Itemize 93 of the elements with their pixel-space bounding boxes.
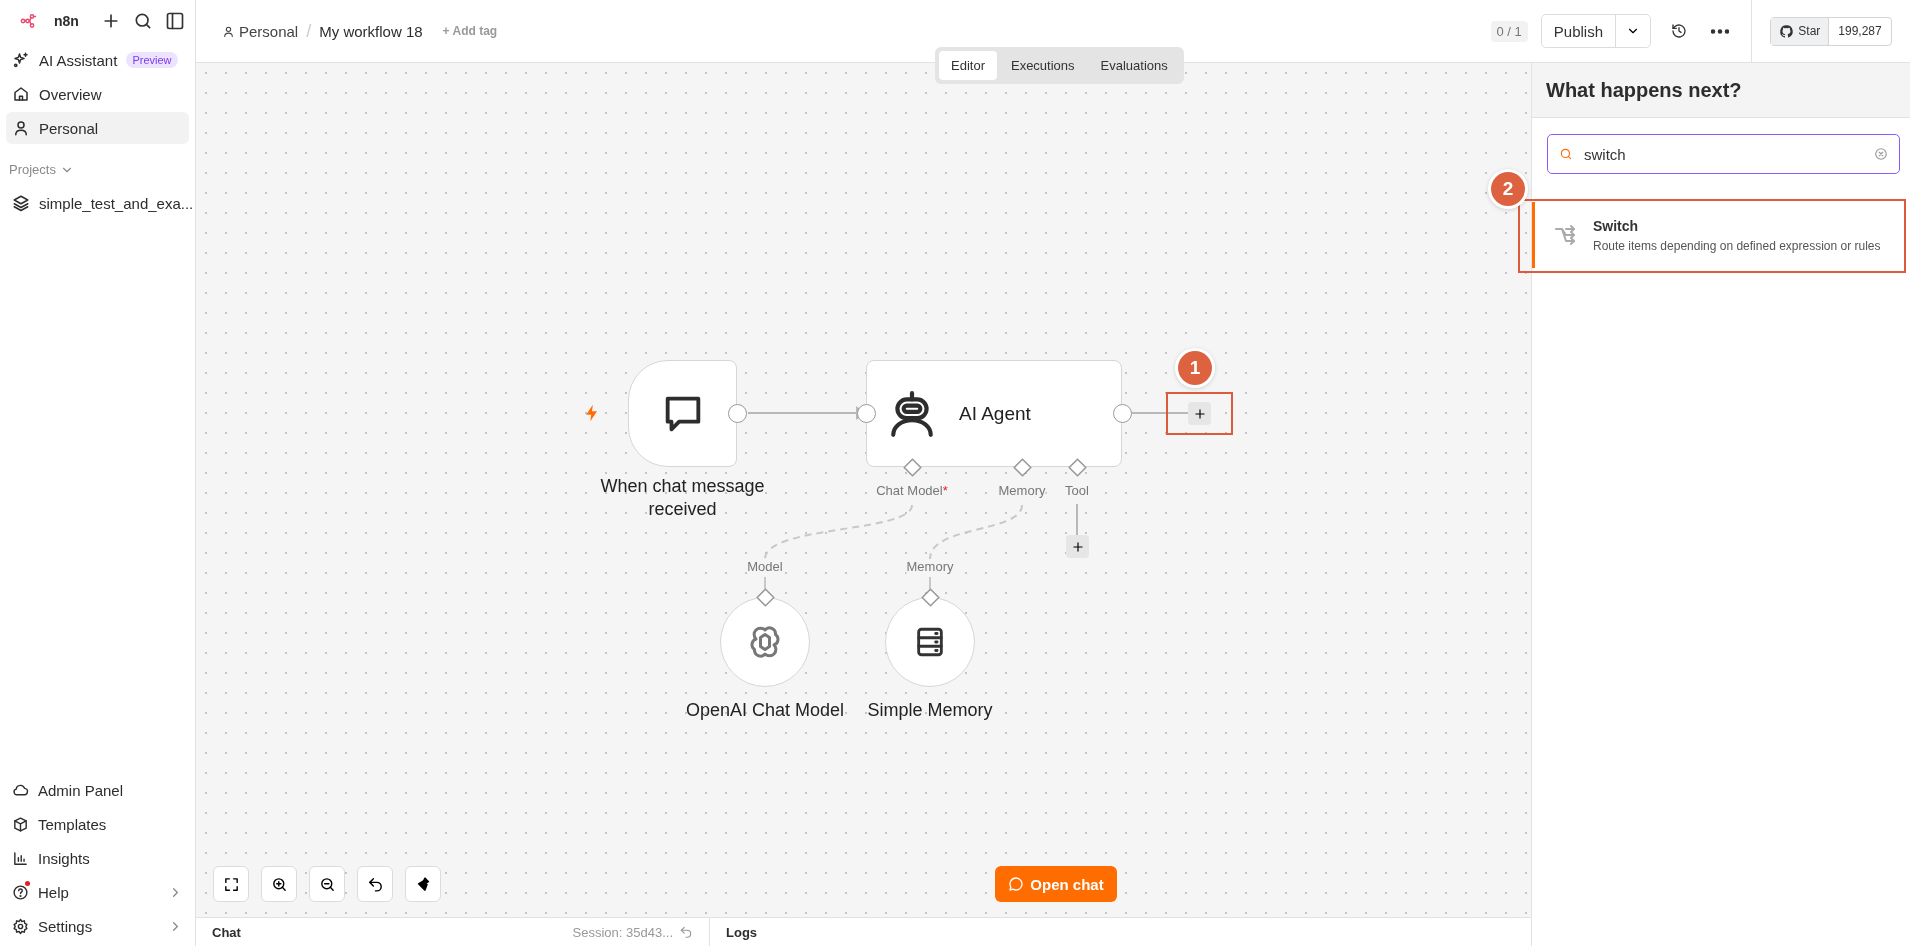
search-icon <box>133 11 153 31</box>
node-result[interactable]: Switch Route items depending on defined expression or rules <box>1532 202 1910 268</box>
add-node-button[interactable] <box>1066 535 1089 558</box>
plus-icon <box>1192 406 1207 421</box>
breadcrumb-separator: / <box>306 20 312 42</box>
plus-icon <box>1070 539 1085 554</box>
sidebar-item-label: Help <box>38 883 70 901</box>
chat-tab[interactable]: Chat <box>212 924 567 940</box>
person-icon <box>222 24 235 38</box>
search-icon <box>1559 147 1573 161</box>
port-handle[interactable] <box>755 587 775 607</box>
sidebar-item-label: Personal <box>39 119 99 137</box>
home-icon <box>12 85 30 103</box>
sidebar-item[interactable]: Settings <box>6 910 189 942</box>
sidebar-item-label: Overview <box>39 85 102 103</box>
sidebar-item[interactable]: Insights <box>6 842 189 874</box>
sidebar-item[interactable]: Admin Panel <box>6 774 189 806</box>
chat-bubble-icon <box>1008 876 1025 892</box>
logs-tab[interactable]: Logs <box>726 924 758 940</box>
step-badge: 2 <box>1491 172 1525 206</box>
node-card[interactable] <box>628 360 737 467</box>
port-handle[interactable] <box>920 587 940 607</box>
sidebar-item[interactable]: AI Assistant Preview <box>6 44 189 76</box>
zoom-out-icon <box>318 875 336 893</box>
step-badge: 1 <box>1178 351 1212 385</box>
version-counter: 0 / 1 <box>1490 20 1528 42</box>
person-icon <box>12 119 30 137</box>
github-star-button[interactable]: Star <box>1771 17 1830 45</box>
tidy-up-button[interactable] <box>405 866 441 902</box>
expand-icon <box>222 875 240 893</box>
github-star-widget[interactable]: Star 199,287 <box>1770 16 1892 46</box>
port-label: Chat Model* <box>876 483 948 498</box>
sidebar-toggle-icon <box>165 11 185 31</box>
callout-highlight <box>1166 392 1233 435</box>
port-label: Memory <box>906 559 954 574</box>
help-icon <box>12 883 29 901</box>
node-card[interactable]: AI Agent <box>866 360 1122 467</box>
undo-button[interactable] <box>357 866 393 902</box>
view-tab[interactable]: Evaluations <box>1088 51 1180 80</box>
project-label: simple_test_and_exa... <box>39 194 194 212</box>
zoom-in-icon <box>270 875 288 893</box>
view-tab[interactable]: Executions <box>998 51 1087 80</box>
bar-chart-icon <box>12 849 29 867</box>
node-result-name: Switch <box>1593 217 1640 234</box>
port-label: Model <box>747 559 783 574</box>
zoom-out-button[interactable] <box>309 866 345 902</box>
node-result-description: Route items depending on defined expression or rules <box>1593 238 1881 253</box>
clear-icon[interactable] <box>1874 147 1888 161</box>
sidebar-item-label: Admin Panel <box>38 781 125 799</box>
connection-line <box>1076 503 1078 536</box>
node-name: When chat message received <box>599 475 766 522</box>
more-icon <box>1711 28 1729 34</box>
node-name: OpenAI Chat Model <box>684 699 846 722</box>
add-node-button[interactable] <box>1188 402 1211 425</box>
sidebar-item[interactable]: Templates <box>6 808 189 840</box>
sidebar-item-label: Templates <box>38 815 108 833</box>
zoom-in-button[interactable] <box>261 866 297 902</box>
view-tab[interactable]: Editor <box>939 51 997 80</box>
star-count: 199,287 <box>1837 23 1883 40</box>
route-icon <box>1553 223 1577 247</box>
sidebar-item-label: Insights <box>38 849 91 867</box>
sidebar-item[interactable]: Overview <box>6 78 189 110</box>
reset-icon[interactable] <box>679 925 693 939</box>
connection-line <box>764 576 766 590</box>
connection-line <box>1131 412 1189 414</box>
port-handle[interactable] <box>1012 457 1032 477</box>
search-field[interactable]: switch <box>1547 134 1900 174</box>
port-handle[interactable] <box>902 457 922 477</box>
breadcrumb-link[interactable]: Personal <box>222 22 299 40</box>
node-name: Simple Memory <box>866 699 994 722</box>
box-icon <box>12 815 29 833</box>
port-label: Tool <box>1065 483 1089 498</box>
session-id: Session: 35d43... <box>572 924 673 940</box>
workflow-name[interactable]: My workflow 18 <box>319 22 423 40</box>
connection-line <box>929 576 931 590</box>
layers-icon <box>12 194 30 212</box>
github-icon <box>1779 23 1795 39</box>
panel-title: What happens next? <box>1532 63 1910 118</box>
sidebar-item[interactable]: Personal <box>6 112 189 144</box>
sidebar-item-label: AI Assistant <box>39 51 118 69</box>
fit-view-button[interactable] <box>213 866 249 902</box>
sidebar-item-label: Settings <box>38 917 94 935</box>
node-name: AI Agent <box>959 402 1031 425</box>
projects-heading: Projects <box>9 162 56 177</box>
history-icon <box>1671 23 1687 39</box>
sparkle-icon <box>12 51 30 69</box>
sidebar-item[interactable]: Help <box>6 876 189 908</box>
preview-badge: Preview <box>126 52 178 68</box>
logo-text: n8n <box>54 13 79 29</box>
undo-icon <box>366 875 384 893</box>
settings-icon <box>12 917 29 935</box>
port-handle[interactable] <box>1067 457 1087 477</box>
port-label: Memory <box>998 483 1046 498</box>
